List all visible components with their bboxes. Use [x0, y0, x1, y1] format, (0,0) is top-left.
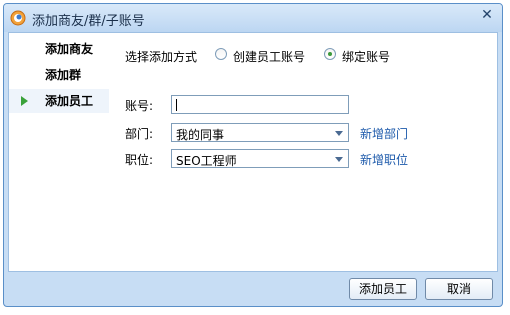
sidebar-item-add-employee[interactable]: 添加员工 [9, 89, 109, 113]
account-label: 账号: [125, 99, 154, 113]
chevron-down-icon [335, 157, 343, 162]
text-caret [176, 99, 177, 111]
position-select[interactable]: SEO工程师 [171, 149, 349, 168]
department-value: 我的同事 [176, 128, 225, 142]
add-position-link[interactable]: 新增职位 [360, 151, 408, 168]
dialog-footer: 添加员工 取消 [4, 272, 502, 306]
content-panel: 添加商友 添加群 添加员工 选择添加方式 创建员工账号 绑定账号 账号: 部门:… [8, 32, 498, 272]
sidebar-item-label: 添加员工 [45, 94, 94, 108]
account-input[interactable] [171, 95, 349, 114]
position-label: 职位: [125, 153, 154, 167]
title-bar[interactable]: 添加商友/群/子账号 ✕ [4, 4, 502, 32]
radio-bind-account-label[interactable]: 绑定账号 [342, 48, 390, 65]
app-logo-icon [10, 10, 26, 26]
dialog-window: 添加商友/群/子账号 ✕ 添加商友 添加群 添加员工 选择添加方式 创建员工账号 [3, 3, 503, 307]
chevron-down-icon [335, 131, 343, 136]
add-employee-button[interactable]: 添加员工 [349, 278, 417, 300]
main-form: 选择添加方式 创建员工账号 绑定账号 账号: 部门: 我的同事 新增部门 职位:… [109, 33, 497, 271]
sidebar-item-label: 添加群 [45, 68, 82, 82]
close-icon[interactable]: ✕ [478, 7, 496, 25]
sidebar-item-label: 添加商友 [45, 42, 94, 56]
add-department-link[interactable]: 新增部门 [360, 125, 408, 142]
department-select[interactable]: 我的同事 [171, 123, 349, 142]
sidebar-item-add-group[interactable]: 添加群 [9, 63, 109, 87]
add-method-label: 选择添加方式 [125, 50, 198, 64]
radio-selected-dot [328, 52, 332, 56]
cancel-button[interactable]: 取消 [425, 278, 493, 300]
sidebar: 添加商友 添加群 添加员工 [9, 33, 109, 271]
radio-create-account[interactable] [215, 48, 227, 60]
radio-create-account-label[interactable]: 创建员工账号 [233, 48, 305, 65]
sidebar-item-add-friend[interactable]: 添加商友 [9, 37, 109, 61]
window-title: 添加商友/群/子账号 [32, 14, 145, 29]
position-value: SEO工程师 [176, 154, 237, 168]
radio-bind-account[interactable] [324, 48, 336, 60]
arrow-right-icon [21, 96, 28, 106]
department-label: 部门: [125, 127, 154, 141]
